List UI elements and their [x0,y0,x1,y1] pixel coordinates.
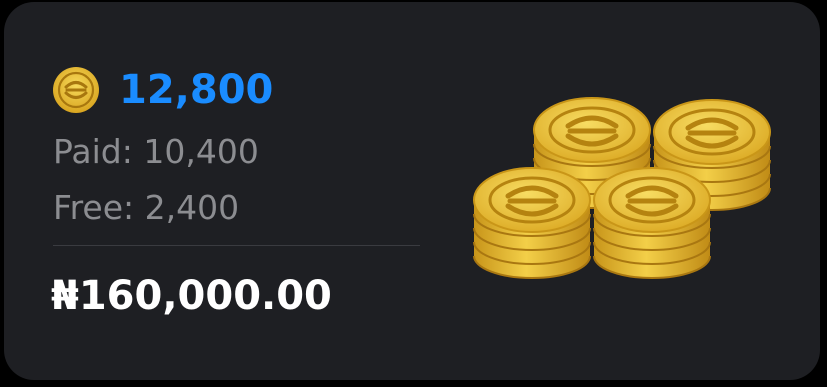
paid-coins: Paid: 10,400 [53,132,259,171]
divider [53,245,420,246]
coin-stacks-icon [466,88,776,298]
coin-balance-card[interactable]: 12,800 Paid: 10,400 Free: 2,400 ₦160,000… [4,2,820,380]
coin-balance-row: 12,800 [52,64,273,116]
free-coins: Free: 2,400 [53,188,240,227]
total-coins: 12,800 [119,67,274,113]
package-price: ₦160,000.00 [51,273,332,319]
coin-icon [53,67,99,113]
